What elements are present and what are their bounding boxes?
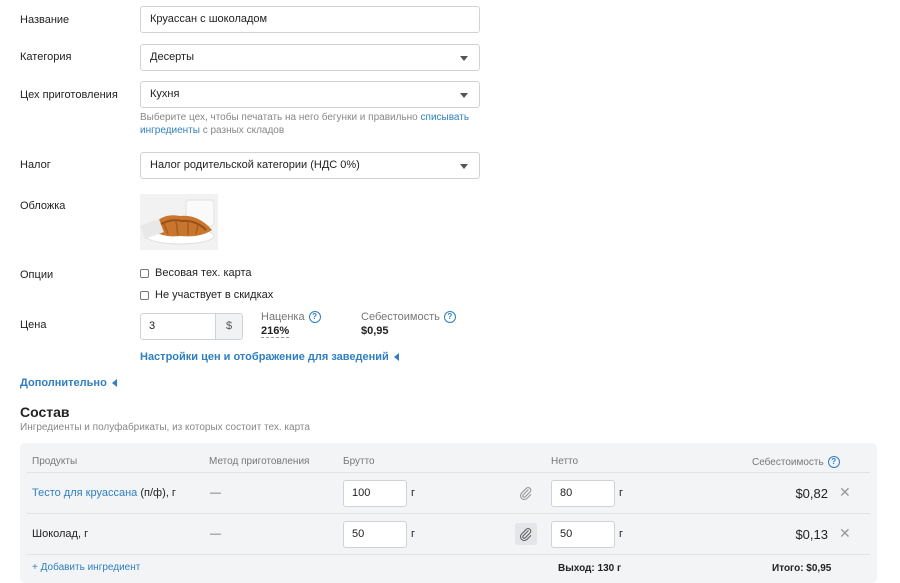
table-row: Шоколад, г — 50 г 50 г $0,13 ✕ — [27, 513, 870, 554]
workshop-value: Кухня — [150, 88, 180, 100]
markup-value-text[interactable]: 216% — [261, 325, 290, 338]
croissant-photo — [140, 194, 218, 250]
gross-input[interactable]: 100 — [343, 480, 407, 507]
category-value: Десерты — [150, 51, 195, 63]
header-cost-text: Себестоимость — [752, 456, 824, 468]
net-input[interactable]: 80 — [551, 480, 615, 507]
header-gross: Брутто — [343, 456, 375, 467]
tax-select[interactable]: Налог родительской категории (НДС 0%) — [140, 152, 480, 179]
weight-checkbox[interactable] — [140, 268, 149, 278]
method-cell[interactable]: — — [210, 528, 221, 540]
markup-value[interactable]: 216% — [261, 325, 290, 338]
question-icon[interactable]: ? — [308, 311, 321, 323]
add-ingredient-text[interactable]: + Добавить ингредиент — [32, 562, 140, 573]
header-method: Метод приготовления — [209, 456, 310, 467]
price-settings-link[interactable]: Настройки цен и отображение для заведени… — [140, 351, 399, 363]
caret-left-icon — [111, 379, 117, 387]
product-suffix: Шоколад, г — [32, 528, 89, 540]
workshop-hint-text-end: с разных складов — [199, 125, 285, 136]
row-cost: $0,13 — [795, 527, 828, 542]
chevron-down-icon — [460, 56, 468, 61]
header-net: Нетто — [551, 456, 579, 467]
product-suffix: (п/ф), г — [137, 487, 176, 499]
net-unit: г — [619, 528, 624, 540]
category-label: Категория — [20, 51, 72, 63]
price-label: Цена — [20, 319, 47, 331]
net-input[interactable]: 50 — [551, 521, 615, 548]
cost-value: $0,95 — [361, 325, 389, 337]
option-discount[interactable]: Не участвует в скидках — [140, 289, 273, 301]
cost-label-text: Себестоимость — [361, 311, 440, 323]
chevron-down-icon — [460, 164, 468, 169]
discount-checkbox[interactable] — [140, 290, 149, 300]
more-link[interactable]: Дополнительно — [20, 377, 117, 389]
option-weight[interactable]: Весовая тех. карта — [140, 267, 252, 279]
question-icon[interactable]: ? — [443, 311, 456, 323]
price-input[interactable]: 3 $ — [140, 313, 243, 340]
product-cell: Шоколад, г — [32, 528, 88, 540]
question-icon[interactable]: ? — [827, 456, 840, 468]
more-link-text[interactable]: Дополнительно — [20, 377, 107, 389]
row-cost: $0,82 — [795, 486, 828, 501]
option-weight-label: Весовая тех. карта — [155, 267, 252, 279]
workshop-hint-text: Выберите цех, чтобы печатать на него бег… — [140, 112, 421, 123]
category-select[interactable]: Десерты — [140, 44, 480, 71]
cost-label: Себестоимость? — [361, 311, 456, 323]
product-link[interactable]: Тесто для круассана — [32, 487, 137, 499]
composition-subtitle: Ингредиенты и полуфабрикаты, из которых … — [20, 422, 310, 433]
composition-title: Состав — [20, 404, 70, 420]
paperclip-icon[interactable] — [515, 523, 537, 545]
tax-label: Налог — [20, 159, 51, 171]
chevron-down-icon — [460, 93, 468, 98]
product-cell: Тесто для круассана (п/ф), г — [32, 487, 176, 499]
table-row: Тесто для круассана (п/ф), г — 100 г 80 … — [27, 472, 870, 513]
name-input[interactable]: Круассан с шоколадом — [140, 6, 480, 33]
close-icon[interactable]: ✕ — [839, 525, 851, 542]
tax-value: Налог родительской категории (НДС 0%) — [150, 159, 360, 171]
name-label: Название — [20, 14, 70, 26]
options-label: Опции — [20, 269, 54, 281]
price-value[interactable]: 3 — [141, 314, 215, 339]
option-discount-label: Не участвует в скидках — [155, 289, 274, 301]
caret-left-icon — [393, 353, 399, 361]
yield-text: Выход: 130 г — [558, 563, 622, 574]
workshop-hint: Выберите цех, чтобы печатать на него бег… — [140, 111, 480, 137]
method-cell[interactable]: — — [210, 487, 221, 499]
gross-input[interactable]: 50 — [343, 521, 407, 548]
markup-label: Наценка? — [261, 311, 321, 323]
currency-addon: $ — [215, 314, 242, 339]
price-settings-link-text[interactable]: Настройки цен и отображение для заведени… — [140, 351, 389, 363]
header-cost: Себестоимость? — [752, 456, 840, 468]
gross-unit: г — [411, 487, 416, 499]
gross-unit: г — [411, 528, 416, 540]
header-products: Продукты — [32, 456, 78, 467]
paperclip-icon[interactable] — [515, 482, 537, 504]
paperclip-svg — [519, 487, 532, 500]
workshop-label: Цех приготовления — [20, 89, 118, 101]
close-icon[interactable]: ✕ — [839, 484, 851, 501]
net-unit: г — [619, 487, 624, 499]
paperclip-svg — [519, 528, 532, 541]
cover-label: Обложка — [20, 200, 66, 212]
add-ingredient-link[interactable]: + Добавить ингредиент — [32, 562, 140, 573]
cover-image[interactable] — [140, 194, 218, 250]
workshop-select[interactable]: Кухня — [140, 81, 480, 108]
markup-label-text: Наценка — [261, 311, 305, 323]
ingredients-table: Продукты Метод приготовления Брутто Нетт… — [20, 443, 877, 583]
total-text: Итого: $0,95 — [772, 563, 832, 574]
table-footer: + Добавить ингредиент Выход: 130 г Итого… — [27, 554, 870, 578]
